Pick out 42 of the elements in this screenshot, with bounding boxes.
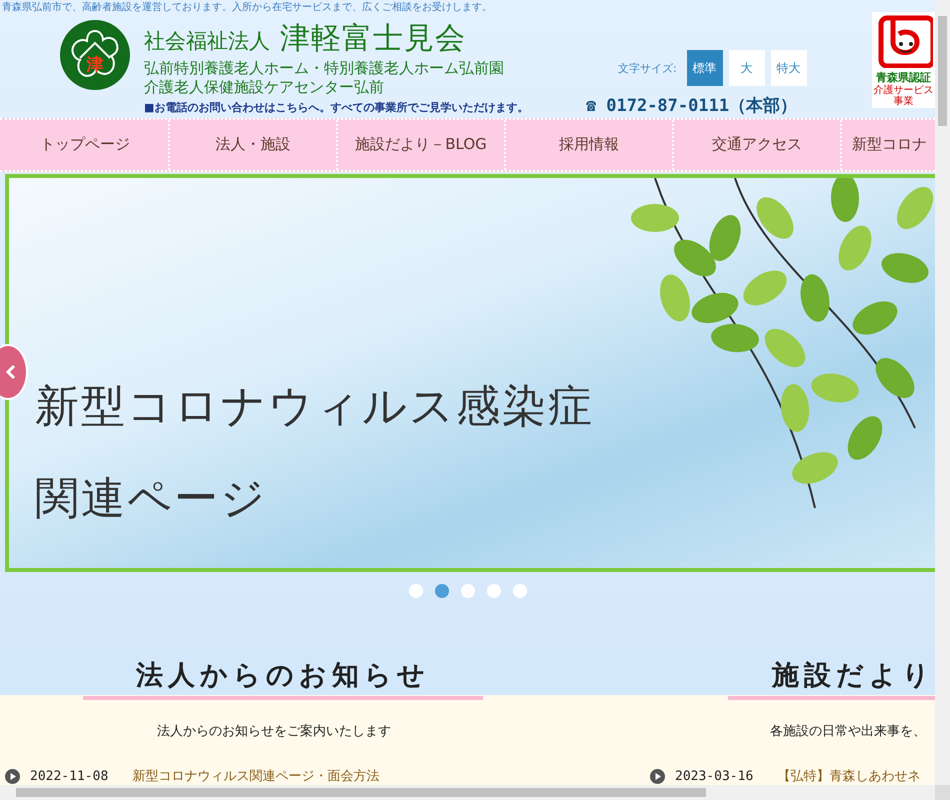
post-date: 2023-03-16 [675,768,754,784]
post-link[interactable]: 新型コロナウィルス関連ページ・面会方法 [132,767,380,785]
scrollbar-corner [935,785,950,800]
post-date: 2022-11-08 [30,768,108,784]
badge-subtitle: 介護サービス事業 [874,85,934,107]
font-size-button[interactable]: 特大 [770,50,807,86]
post-link[interactable]: 【弘特】青森しあわせネ [777,767,920,785]
phone-icon: ☎ [586,96,596,116]
section-intro: 法人からのお知らせをご案内いたします [157,723,392,740]
play-icon [5,768,20,784]
logo-character: 津 [86,54,104,76]
nav-link[interactable]: 施設だより－BLOG [338,120,506,170]
slide-headline: 関連ページ [35,472,268,526]
play-icon [650,768,665,784]
font-size-label: 文字サイズ: [618,60,677,76]
horizontal-scrollbar[interactable] [0,785,935,800]
tagline: 青森県弘前市で、高齢者施設を運営しております。入所から在宅サービスまで、広くご相談をお受けします。 [2,0,492,14]
slide-dot[interactable] [512,584,526,598]
nav-link[interactable]: 採用情報 [506,120,674,170]
organization-type: 社会福祉法人 [144,28,270,55]
slide-dot[interactable] [434,584,448,598]
slide-dot[interactable] [460,584,474,598]
font-size-button[interactable]: 標準 [686,50,723,86]
badge-title: 青森県認証 [876,70,931,84]
slide-dot[interactable] [486,584,500,598]
vertical-scrollbar[interactable] [935,0,950,785]
nav-link[interactable]: トップページ [2,120,170,170]
nav-link[interactable]: 新型コロナ [842,120,927,170]
nav-link[interactable]: 交通アクセス [674,120,842,170]
section-title: 法人からのお知らせ [136,659,430,693]
slide-headline: 新型コロナウィルス感染症 [35,380,594,434]
slide-dot[interactable] [408,584,422,598]
section-intro: 各施設の日常や出来事を、 [770,723,927,740]
phone-notice: ■お電話のお問い合わせはこちらへ。すべての事業所でご見学いただけます。 [144,100,528,115]
section-title: 施設だより [772,659,935,693]
font-size-button[interactable]: 大 [728,50,765,86]
chevron-left-icon [6,364,16,380]
phone-number: 0172-87-0111（本部） [606,95,798,117]
facility-name: 介護老人保健施設ケアセンター弘前 [144,78,385,97]
organization-name: 津軽富士見会 [280,20,466,58]
facility-name: 弘前特別養護老人ホーム・特別養護老人ホーム弘前園 [144,59,505,78]
nav-link[interactable]: 法人・施設 [170,120,338,170]
